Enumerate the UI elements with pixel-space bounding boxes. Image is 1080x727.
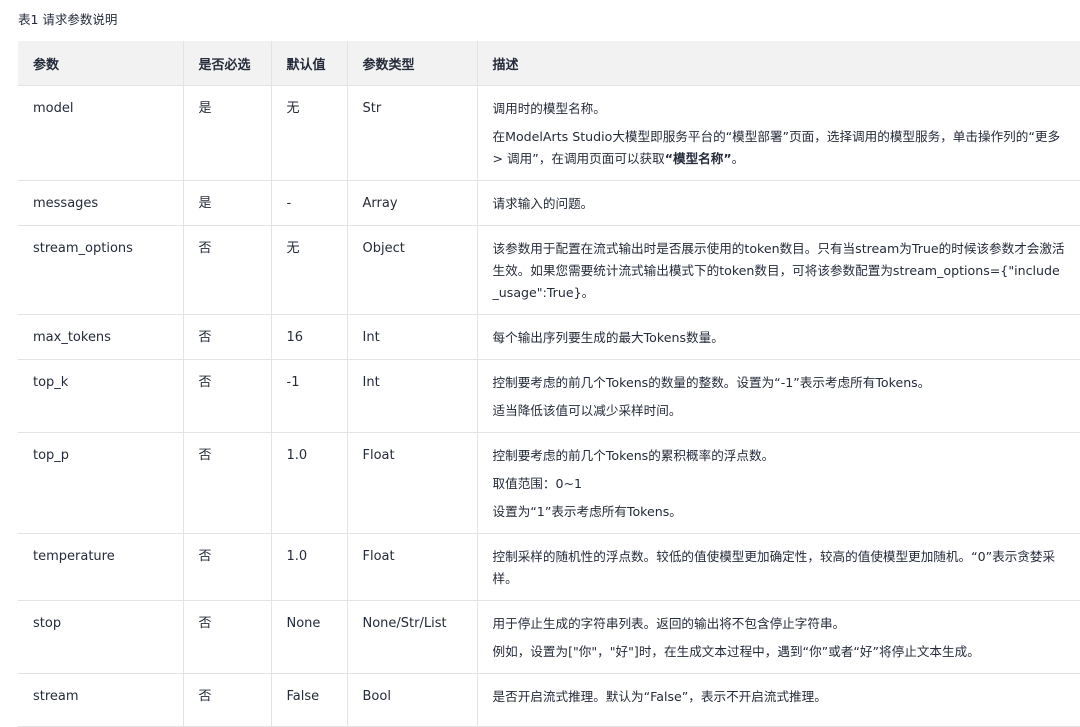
desc-line: 调用时的模型名称。: [492, 101, 606, 116]
desc-text: 在ModelArts Studio大模型即服务平台的“模型部署”页面，选择调用的…: [492, 129, 1061, 166]
desc-line: 请求输入的问题。: [492, 196, 594, 211]
table-row: temperature 否 1.0 Float 控制采样的随机性的浮点数。较低的…: [18, 533, 1080, 601]
cell-default: None: [271, 600, 348, 674]
table-row: top_p 否 1.0 Float 控制要考虑的前几个Tokens的累积概率的浮…: [18, 432, 1080, 534]
request-params-table: 参数 是否必选 默认值 参数类型 描述 model 是 无 Str 调用时的模型…: [18, 41, 1080, 727]
desc-line: 该参数用于配置在流式输出时是否展示使用的token数目。只有当stream为Tr…: [492, 241, 1065, 300]
cell-required: 否: [183, 533, 272, 601]
cell-required: 否: [183, 225, 272, 315]
cell-default: 无: [271, 225, 348, 315]
table-row: stream 否 False Bool 是否开启流式推理。默认为“False”，…: [18, 673, 1080, 727]
desc-line: 取值范围：0~1: [492, 476, 583, 491]
table-row: messages 是 - Array 请求输入的问题。: [18, 180, 1080, 226]
desc-line: 在ModelArts Studio大模型即服务平台的“模型部署”页面，选择调用的…: [493, 126, 1066, 170]
cell-desc: 控制要考虑的前几个Tokens的累积概率的浮点数。 取值范围：0~1 设置为“1…: [477, 432, 1080, 534]
table-row: top_k 否 -1 Int 控制要考虑的前几个Tokens的数量的整数。设置为…: [18, 359, 1080, 433]
cell-type: Float: [347, 432, 478, 534]
cell-param: stream: [18, 673, 184, 727]
table-row: stream_options 否 无 Object 该参数用于配置在流式输出时是…: [18, 225, 1080, 315]
cell-param: model: [18, 85, 184, 181]
cell-required: 否: [183, 673, 272, 727]
header-type: 参数类型: [347, 41, 478, 86]
cell-param: top_p: [18, 432, 184, 534]
table-row: stop 否 None None/Str/List 用于停止生成的字符串列表。返…: [18, 600, 1080, 674]
cell-desc: 调用时的模型名称。 在ModelArts Studio大模型即服务平台的“模型部…: [477, 85, 1080, 181]
cell-type: None/Str/List: [347, 600, 478, 674]
desc-tail: 。: [731, 151, 745, 166]
cell-desc: 请求输入的问题。: [477, 180, 1080, 226]
cell-param: stream_options: [18, 225, 184, 315]
cell-default: -: [271, 180, 348, 226]
cell-required: 否: [183, 600, 272, 674]
header-desc: 描述: [477, 41, 1080, 86]
header-default: 默认值: [271, 41, 348, 86]
cell-required: 否: [183, 314, 272, 360]
cell-desc: 每个输出序列要生成的最大Tokens数量。: [477, 314, 1080, 360]
table-header-row: 参数 是否必选 默认值 参数类型 描述: [18, 41, 1080, 86]
desc-line: 设置为“1”表示考虑所有Tokens。: [492, 504, 682, 519]
desc-line: 控制采样的随机性的浮点数。较低的值使模型更加确定性，较高的值使模型更加随机。“0…: [492, 549, 1056, 586]
cell-type: Int: [347, 359, 478, 433]
desc-line: 每个输出序列要生成的最大Tokens数量。: [492, 330, 724, 345]
desc-line: 适当降低该值可以减少采样时间。: [492, 403, 682, 418]
cell-param: top_k: [18, 359, 184, 433]
table-row: model 是 无 Str 调用时的模型名称。 在ModelArts Studi…: [18, 85, 1080, 181]
cell-default: 1.0: [271, 432, 348, 534]
cell-param: stop: [18, 600, 184, 674]
cell-type: Str: [347, 85, 478, 181]
header-param: 参数: [18, 41, 184, 86]
cell-required: 是: [183, 180, 272, 226]
cell-default: 无: [271, 85, 348, 181]
cell-default: -1: [271, 359, 348, 433]
cell-desc: 控制采样的随机性的浮点数。较低的值使模型更加确定性，较高的值使模型更加随机。“0…: [477, 533, 1080, 601]
desc-line: 例如，设置为["你"，"好"]时，在生成文本过程中，遇到“你”或者“好”将停止文…: [492, 644, 980, 659]
desc-line: 控制要考虑的前几个Tokens的累积概率的浮点数。: [492, 448, 775, 463]
cell-desc: 控制要考虑的前几个Tokens的数量的整数。设置为“-1”表示考虑所有Token…: [477, 359, 1080, 433]
cell-type: Bool: [347, 673, 478, 727]
cell-default: 16: [271, 314, 348, 360]
desc-bold-term: “模型名称”: [664, 151, 732, 166]
desc-line: 是否开启流式推理。默认为“False”，表示不开启流式推理。: [492, 689, 827, 704]
cell-desc: 该参数用于配置在流式输出时是否展示使用的token数目。只有当stream为Tr…: [477, 225, 1080, 315]
desc-line: 控制要考虑的前几个Tokens的数量的整数。设置为“-1”表示考虑所有Token…: [492, 375, 931, 390]
table-caption: 表1 请求参数说明: [18, 12, 118, 27]
cell-required: 否: [183, 432, 272, 534]
cell-param: messages: [18, 180, 184, 226]
params-table-container: 参数 是否必选 默认值 参数类型 描述 model 是 无 Str 调用时的模型…: [18, 41, 1080, 727]
cell-type: Object: [347, 225, 478, 315]
table-row: max_tokens 否 16 Int 每个输出序列要生成的最大Tokens数量…: [18, 314, 1080, 360]
desc-line: 用于停止生成的字符串列表。返回的输出将不包含停止字符串。: [492, 616, 846, 631]
cell-param: max_tokens: [18, 314, 184, 360]
cell-param: temperature: [18, 533, 184, 601]
cell-default: False: [271, 673, 348, 727]
cell-type: Array: [347, 180, 478, 226]
cell-desc: 用于停止生成的字符串列表。返回的输出将不包含停止字符串。 例如，设置为["你"，…: [477, 600, 1080, 674]
cell-desc: 是否开启流式推理。默认为“False”，表示不开启流式推理。: [477, 673, 1080, 727]
cell-required: 否: [183, 359, 272, 433]
cell-type: Int: [347, 314, 478, 360]
cell-required: 是: [183, 85, 272, 181]
cell-default: 1.0: [271, 533, 348, 601]
cell-type: Float: [347, 533, 478, 601]
header-required: 是否必选: [183, 41, 272, 86]
